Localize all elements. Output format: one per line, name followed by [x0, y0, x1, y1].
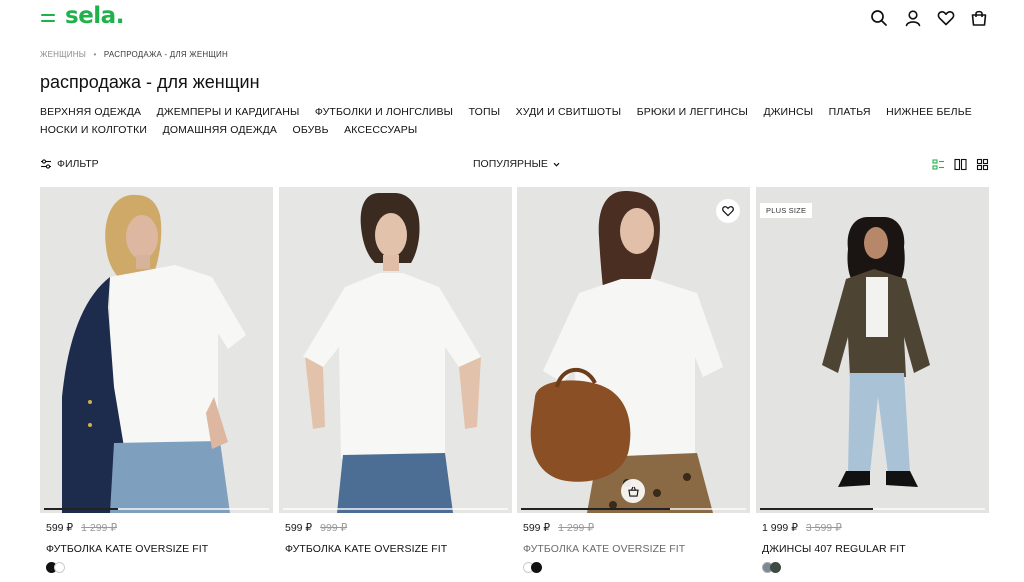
menu-icon[interactable] [41, 13, 55, 23]
breadcrumb: ЖЕНЩИНЫ • РАСПРОДАЖА - ДЛЯ ЖЕНЩИН [40, 50, 228, 59]
color-swatches [46, 562, 65, 573]
price-current: 599 ₽ [46, 522, 74, 534]
product-card[interactable]: 599 ₽ 999 ₽ ФУТБОЛКА KATE OVERSIZE FIT [279, 187, 512, 582]
account-icon[interactable] [903, 8, 923, 28]
price-old: 999 ₽ [320, 522, 348, 534]
product-price: 599 ₽ 1 299 ₽ [46, 522, 117, 534]
color-swatch-dark[interactable] [770, 562, 781, 573]
category-link-underwear[interactable]: НИЖНЕЕ БЕЛЬЕ [886, 103, 972, 121]
category-link-hoodies[interactable]: ХУДИ И СВИТШОТЫ [516, 103, 622, 121]
heart-icon [722, 206, 734, 217]
heart-icon[interactable] [936, 8, 956, 28]
plus-size-badge: PLUS SIZE [760, 203, 813, 218]
product-card[interactable]: 599 ₽ 1 299 ₽ ФУТБОЛКА KATE OVERSIZE FIT [517, 187, 750, 582]
color-swatch-black[interactable] [531, 562, 542, 573]
category-row: ВЕРХНЯЯ ОДЕЖДА ДЖЕМПЕРЫ И КАРДИГАНЫ ФУТБ… [40, 103, 990, 121]
product-image[interactable] [517, 187, 750, 513]
gallery-progress [760, 508, 985, 510]
product-photo [517, 187, 750, 513]
product-photo [756, 187, 989, 513]
category-row: НОСКИ И КОЛГОТКИ ДОМАШНЯЯ ОДЕЖДА ОБУВЬ А… [40, 121, 990, 139]
product-name[interactable]: ДЖИНСЫ 407 REGULAR FIT [762, 543, 906, 555]
product-photo [279, 187, 512, 513]
price-old: 1 299 ₽ [558, 522, 594, 534]
search-icon[interactable] [869, 8, 889, 28]
color-swatch-white[interactable] [54, 562, 65, 573]
gallery-progress-segment [44, 508, 119, 510]
page-title: распродажа - для женщин [40, 72, 260, 92]
price-current: 599 ₽ [523, 522, 551, 534]
price-old: 3 599 ₽ [805, 522, 842, 534]
color-swatches [762, 562, 781, 573]
product-photo [40, 187, 273, 513]
product-card[interactable]: 599 ₽ 1 299 ₽ ФУТБОЛКА KATE OVERSIZE FIT [40, 187, 273, 582]
color-swatches [523, 562, 542, 573]
breadcrumb-parent[interactable]: ЖЕНЩИНЫ [40, 50, 86, 59]
product-name[interactable]: ФУТБОЛКА KATE OVERSIZE FIT [46, 543, 208, 555]
view-two-column-icon[interactable] [954, 158, 967, 171]
category-link-accessories[interactable]: АКСЕССУАРЫ [344, 121, 417, 139]
logo[interactable]: sela. [65, 3, 124, 29]
category-nav: ВЕРХНЯЯ ОДЕЖДА ДЖЕМПЕРЫ И КАРДИГАНЫ ФУТБ… [40, 103, 990, 139]
gallery-progress [44, 508, 269, 510]
category-link-tops[interactable]: ТОПЫ [469, 103, 501, 121]
bag-icon[interactable] [969, 8, 989, 28]
price-current: 599 ₽ [285, 522, 313, 534]
filter-icon [41, 159, 51, 169]
price-current: 1 999 ₽ [762, 522, 798, 534]
breadcrumb-separator: • [93, 50, 97, 59]
gallery-progress [521, 508, 746, 510]
price-old: 1 299 ₽ [81, 522, 117, 534]
favorite-button[interactable] [716, 199, 740, 223]
product-image[interactable] [279, 187, 512, 513]
category-link-homewear[interactable]: ДОМАШНЯЯ ОДЕЖДА [163, 121, 277, 139]
filter-button[interactable]: ФИЛЬТР [40, 158, 99, 170]
sort-label: ПОПУЛЯРНЫЕ [473, 158, 548, 170]
category-link-outerwear[interactable]: ВЕРХНЯЯ ОДЕЖДА [40, 103, 141, 121]
basket-icon [627, 486, 639, 497]
category-link-jumpers[interactable]: ДЖЕМПЕРЫ И КАРДИГАНЫ [157, 103, 300, 121]
product-price: 599 ₽ 999 ₽ [285, 522, 347, 534]
quick-add-button[interactable] [621, 479, 645, 503]
gallery-progress-segment [521, 508, 670, 510]
gallery-progress [283, 508, 508, 510]
product-image[interactable]: PLUS SIZE [756, 187, 989, 513]
product-name[interactable]: ФУТБОЛКА KATE OVERSIZE FIT [523, 543, 685, 555]
breadcrumb-current: РАСПРОДАЖА - ДЛЯ ЖЕНЩИН [103, 50, 228, 59]
site-header: sela. [0, 0, 1024, 36]
product-price: 599 ₽ 1 299 ₽ [523, 522, 594, 534]
product-card[interactable]: PLUS SIZE 1 999 ₽ 3 599 ₽ ДЖИНСЫ 407 REGU… [756, 187, 989, 582]
category-link-socks[interactable]: НОСКИ И КОЛГОТКИ [40, 121, 147, 139]
product-price: 1 999 ₽ 3 599 ₽ [762, 522, 842, 534]
product-name[interactable]: ФУТБОЛКА KATE OVERSIZE FIT [285, 543, 447, 555]
category-link-tshirts[interactable]: ФУТБОЛКИ И ЛОНГСЛИВЫ [315, 103, 453, 121]
chevron-down-icon [553, 162, 560, 167]
product-image[interactable] [40, 187, 273, 513]
category-link-dresses[interactable]: ПЛАТЬЯ [829, 103, 871, 121]
filter-label: ФИЛЬТР [57, 158, 99, 170]
view-grid-icon[interactable] [976, 158, 989, 171]
category-link-jeans[interactable]: ДЖИНСЫ [763, 103, 813, 121]
view-list-icon[interactable] [932, 158, 945, 171]
category-link-trousers[interactable]: БРЮКИ И ЛЕГГИНСЫ [637, 103, 748, 121]
category-link-shoes[interactable]: ОБУВЬ [293, 121, 329, 139]
sort-dropdown[interactable]: ПОПУЛЯРНЫЕ [473, 158, 561, 170]
gallery-progress-segment [760, 508, 873, 510]
